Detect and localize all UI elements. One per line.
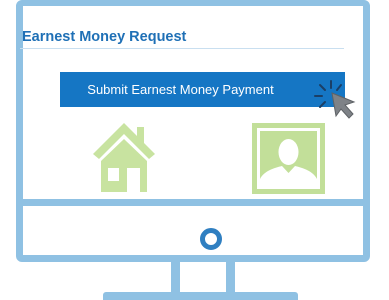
monitor-stand-neck-right [226,262,235,292]
mouse-pointer-icon [312,78,358,125]
power-button [200,228,222,250]
monitor-stand-base [103,292,298,300]
page-title: Earnest Money Request [22,29,187,45]
title-divider [20,48,344,49]
illustration: Earnest Money Request Submit Earnest Mon… [0,0,389,300]
monitor-bezel-divider [23,199,363,206]
monitor-stand-neck-left [171,262,180,292]
house-icon [91,121,157,198]
submit-earnest-money-button[interactable]: Submit Earnest Money Payment [60,72,345,107]
person-silhouette-icon [252,123,325,199]
